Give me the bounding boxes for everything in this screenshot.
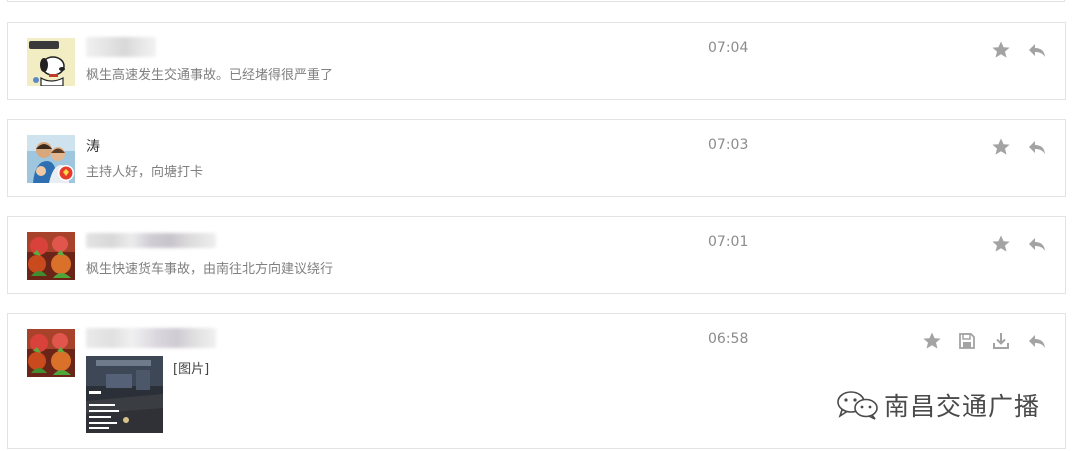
reply-icon[interactable] [1027, 331, 1047, 351]
reply-icon[interactable] [1027, 137, 1047, 157]
message-time: 07:01 [708, 234, 749, 250]
message-time: 06:58 [708, 331, 749, 347]
save-icon[interactable] [957, 331, 977, 351]
watermark: 南昌交通广播 [836, 389, 1040, 421]
message-time: 07:03 [708, 137, 749, 153]
message-card: 涛 主持人好，向塘打卡 07:03 [7, 119, 1066, 197]
sender-name [86, 328, 216, 348]
sender-name [86, 233, 216, 248]
download-icon[interactable] [991, 331, 1011, 351]
message-card: [图片] 06:58 [7, 313, 1066, 449]
message-card: 枫生快速货车事故，由南往北方向建议绕行 07:01 [7, 216, 1066, 294]
message-text: 主持人好，向塘打卡 [86, 165, 204, 180]
watermark-text: 南昌交通广播 [884, 392, 1041, 421]
message-text: 枫生快速货车事故，由南往北方向建议绕行 [86, 262, 334, 277]
sender-name: 涛 [86, 139, 100, 155]
star-icon[interactable] [991, 40, 1011, 60]
previous-message-card [7, 0, 1065, 2]
star-icon[interactable] [922, 331, 942, 351]
avatar[interactable] [27, 329, 75, 377]
wechat-icon [837, 391, 878, 420]
avatar[interactable] [27, 135, 75, 183]
image-label: [图片] [173, 362, 210, 377]
message-text: 枫生高速发生交通事故。已经堵得很严重了 [86, 68, 334, 83]
star-icon[interactable] [991, 234, 1011, 254]
avatar[interactable] [27, 38, 75, 86]
star-icon[interactable] [991, 137, 1011, 157]
sender-name [86, 37, 156, 57]
message-card: 枫生高速发生交通事故。已经堵得很严重了 07:04 [7, 22, 1066, 100]
message-time: 07:04 [708, 40, 749, 56]
avatar[interactable] [27, 232, 75, 280]
attached-photo[interactable] [86, 356, 163, 433]
reply-icon[interactable] [1027, 234, 1047, 254]
reply-icon[interactable] [1027, 40, 1047, 60]
